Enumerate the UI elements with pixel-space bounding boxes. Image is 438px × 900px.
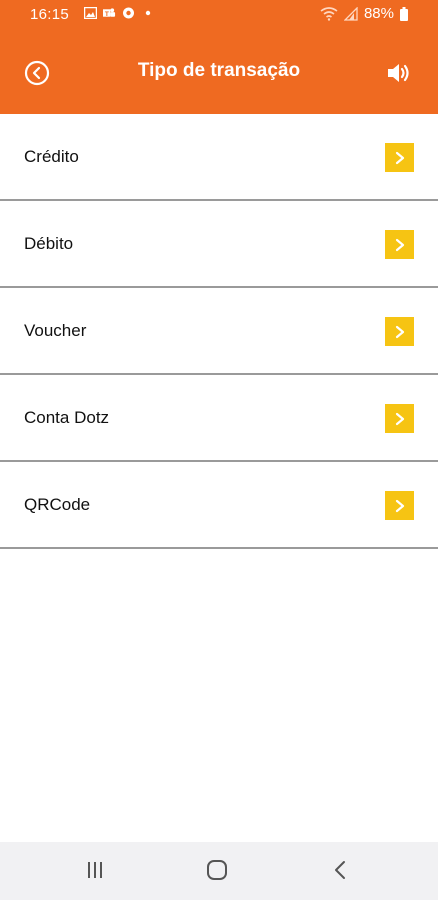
list-item-conta-dotz[interactable]: Conta Dotz xyxy=(0,375,438,462)
chevron-right-icon[interactable] xyxy=(385,317,414,346)
chrome-icon xyxy=(123,7,134,19)
wifi-icon xyxy=(320,6,338,21)
chevron-right-icon[interactable] xyxy=(385,143,414,172)
image-icon xyxy=(84,7,97,19)
app-bar: Tipo de transação xyxy=(0,30,438,114)
status-time: 16:15 xyxy=(30,6,70,23)
system-icons: 88% xyxy=(320,5,408,22)
signal-icon xyxy=(343,6,358,21)
svg-text:T: T xyxy=(105,11,109,18)
chevron-right-icon[interactable] xyxy=(385,404,414,433)
list-item-debito[interactable]: Débito xyxy=(0,201,438,288)
list-item-voucher[interactable]: Voucher xyxy=(0,288,438,375)
list-item-label: Crédito xyxy=(24,147,79,166)
chevron-right-icon[interactable] xyxy=(385,491,414,520)
list-item-credito[interactable]: Crédito xyxy=(0,114,438,201)
list-item-label: Débito xyxy=(24,234,74,253)
list-item-qrcode[interactable]: QRCode xyxy=(0,462,438,549)
dot-icon xyxy=(145,10,151,16)
chevron-right-icon[interactable] xyxy=(385,230,414,259)
page-title: Tipo de transação xyxy=(137,60,301,81)
home-icon[interactable] xyxy=(206,860,228,880)
back-icon[interactable] xyxy=(332,860,348,880)
list-item-label: Conta Dotz xyxy=(24,408,110,427)
speaker-icon[interactable] xyxy=(386,60,414,86)
battery-percent: 88% xyxy=(363,5,394,22)
system-nav-bar xyxy=(0,842,438,900)
list-item-label: Voucher xyxy=(24,321,87,340)
teams-icon: T xyxy=(103,8,116,18)
transaction-type-list: Crédito Débito Voucher Conta Dotz QRCode xyxy=(0,114,438,549)
list-item-label: QRCode xyxy=(24,495,91,514)
notification-icons: T xyxy=(84,7,151,19)
battery-icon xyxy=(400,6,408,21)
recents-icon[interactable] xyxy=(86,860,104,880)
status-bar: 16:15 T 88% xyxy=(0,0,438,30)
